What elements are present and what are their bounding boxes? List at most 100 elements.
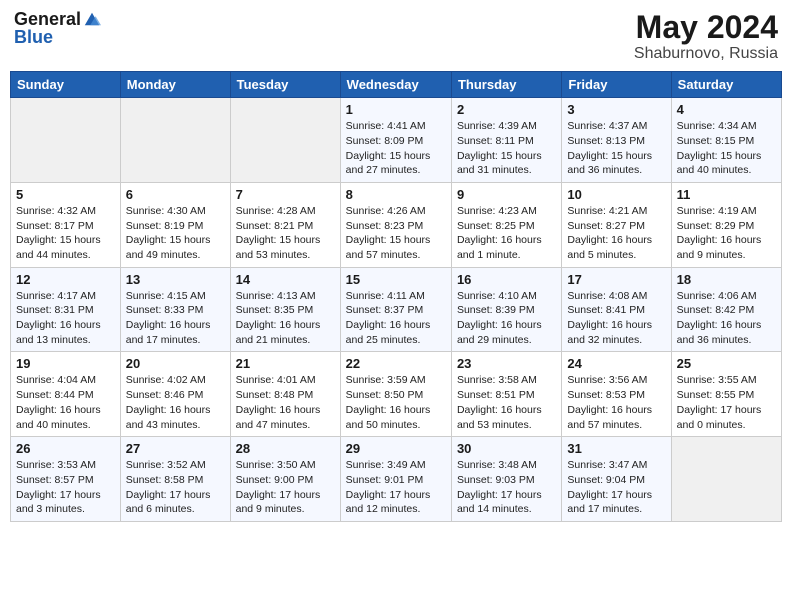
day-info: Sunrise: 4:15 AMSunset: 8:33 PMDaylight:… <box>126 289 225 348</box>
day-number: 25 <box>677 356 776 371</box>
day-info: Sunrise: 4:19 AMSunset: 8:29 PMDaylight:… <box>677 204 776 263</box>
day-number: 21 <box>236 356 335 371</box>
day-info: Sunrise: 4:37 AMSunset: 8:13 PMDaylight:… <box>567 119 665 178</box>
day-info: Sunrise: 4:28 AMSunset: 8:21 PMDaylight:… <box>236 204 335 263</box>
col-header-thursday: Thursday <box>451 72 561 98</box>
empty-cell <box>11 98 121 183</box>
day-info: Sunrise: 4:26 AMSunset: 8:23 PMDaylight:… <box>346 204 446 263</box>
day-cell-23: 23 Sunrise: 3:58 AMSunset: 8:51 PMDayligh… <box>451 352 561 437</box>
day-number: 9 <box>457 187 556 202</box>
day-number: 24 <box>567 356 665 371</box>
day-info: Sunrise: 3:47 AMSunset: 9:04 PMDaylight:… <box>567 458 665 517</box>
day-cell-7: 7 Sunrise: 4:28 AMSunset: 8:21 PMDaylight… <box>230 182 340 267</box>
title-block: May 2024 Shaburnovo, Russia <box>634 10 778 63</box>
day-cell-16: 16Sunrise: 4:10 AMSunset: 8:39 PMDayligh… <box>451 267 561 352</box>
day-number: 31 <box>567 441 665 456</box>
day-cell-15: 15 Sunrise: 4:11 AMSunset: 8:37 PMDayligh… <box>340 267 451 352</box>
location: Shaburnovo, Russia <box>634 45 778 63</box>
day-cell-20: 20 Sunrise: 4:02 AMSunset: 8:46 PMDayligh… <box>120 352 230 437</box>
logo: General Blue <box>14 10 101 46</box>
day-cell-4: 4 Sunrise: 4:34 AMSunset: 8:15 PMDaylight… <box>671 98 781 183</box>
day-info: Sunrise: 4:34 AMSunset: 8:15 PMDaylight:… <box>677 119 776 178</box>
day-number: 22 <box>346 356 446 371</box>
day-info: Sunrise: 4:01 AMSunset: 8:48 PMDaylight:… <box>236 373 335 432</box>
week-row-3: 12 Sunrise: 4:17 AMSunset: 8:31 PMDayligh… <box>11 267 782 352</box>
calendar-table: SundayMondayTuesdayWednesdayThursdayFrid… <box>10 71 782 522</box>
day-info: Sunrise: 3:48 AMSunset: 9:03 PMDaylight:… <box>457 458 556 517</box>
day-cell-21: 21 Sunrise: 4:01 AMSunset: 8:48 PMDayligh… <box>230 352 340 437</box>
day-cell-10: 10 Sunrise: 4:21 AMSunset: 8:27 PMDayligh… <box>562 182 671 267</box>
day-cell-5: 5 Sunrise: 4:32 AMSunset: 8:17 PMDaylight… <box>11 182 121 267</box>
empty-cell <box>671 437 781 522</box>
day-number: 27 <box>126 441 225 456</box>
day-info: Sunrise: 4:02 AMSunset: 8:46 PMDaylight:… <box>126 373 225 432</box>
day-number: 4 <box>677 102 776 117</box>
day-cell-3: 3 Sunrise: 4:37 AMSunset: 8:13 PMDaylight… <box>562 98 671 183</box>
day-info: Sunrise: 3:55 AMSunset: 8:55 PMDaylight:… <box>677 373 776 432</box>
day-number: 23 <box>457 356 556 371</box>
day-info: Sunrise: 4:41 AMSunset: 8:09 PMDaylight:… <box>346 119 446 178</box>
day-info: Sunrise: 4:11 AMSunset: 8:37 PMDaylight:… <box>346 289 446 348</box>
day-number: 10 <box>567 187 665 202</box>
col-header-tuesday: Tuesday <box>230 72 340 98</box>
day-cell-22: 22 Sunrise: 3:59 AMSunset: 8:50 PMDayligh… <box>340 352 451 437</box>
month-title: May 2024 <box>634 10 778 45</box>
day-info: Sunrise: 3:58 AMSunset: 8:51 PMDaylight:… <box>457 373 556 432</box>
day-cell-26: 26 Sunrise: 3:53 AMSunset: 8:57 PMDayligh… <box>11 437 121 522</box>
day-number: 12 <box>16 272 115 287</box>
day-cell-19: 19Sunrise: 4:04 AMSunset: 8:44 PMDayligh… <box>11 352 121 437</box>
day-cell-8: 8 Sunrise: 4:26 AMSunset: 8:23 PMDaylight… <box>340 182 451 267</box>
day-cell-13: 13Sunrise: 4:15 AMSunset: 8:33 PMDayligh… <box>120 267 230 352</box>
day-cell-6: 6Sunrise: 4:30 AMSunset: 8:19 PMDaylight… <box>120 182 230 267</box>
day-number: 11 <box>677 187 776 202</box>
day-number: 15 <box>346 272 446 287</box>
day-number: 26 <box>16 441 115 456</box>
day-number: 16 <box>457 272 556 287</box>
day-info: Sunrise: 3:59 AMSunset: 8:50 PMDaylight:… <box>346 373 446 432</box>
day-number: 5 <box>16 187 115 202</box>
day-number: 20 <box>126 356 225 371</box>
empty-cell <box>120 98 230 183</box>
day-info: Sunrise: 4:08 AMSunset: 8:41 PMDaylight:… <box>567 289 665 348</box>
day-info: Sunrise: 3:53 AMSunset: 8:57 PMDaylight:… <box>16 458 115 517</box>
col-header-saturday: Saturday <box>671 72 781 98</box>
col-header-sunday: Sunday <box>11 72 121 98</box>
day-info: Sunrise: 4:30 AMSunset: 8:19 PMDaylight:… <box>126 204 225 263</box>
col-header-friday: Friday <box>562 72 671 98</box>
logo-icon <box>83 10 101 28</box>
empty-cell <box>230 98 340 183</box>
day-cell-27: 27Sunrise: 3:52 AMSunset: 8:58 PMDayligh… <box>120 437 230 522</box>
day-number: 18 <box>677 272 776 287</box>
day-info: Sunrise: 3:49 AMSunset: 9:01 PMDaylight:… <box>346 458 446 517</box>
day-cell-18: 18 Sunrise: 4:06 AMSunset: 8:42 PMDayligh… <box>671 267 781 352</box>
day-info: Sunrise: 4:17 AMSunset: 8:31 PMDaylight:… <box>16 289 115 348</box>
day-cell-17: 17 Sunrise: 4:08 AMSunset: 8:41 PMDayligh… <box>562 267 671 352</box>
page-header: General Blue May 2024 Shaburnovo, Russia <box>10 10 782 63</box>
day-number: 1 <box>346 102 446 117</box>
day-number: 3 <box>567 102 665 117</box>
week-row-1: 1 Sunrise: 4:41 AMSunset: 8:09 PMDaylight… <box>11 98 782 183</box>
week-row-5: 26 Sunrise: 3:53 AMSunset: 8:57 PMDayligh… <box>11 437 782 522</box>
day-info: Sunrise: 3:50 AMSunset: 9:00 PMDaylight:… <box>236 458 335 517</box>
day-info: Sunrise: 3:56 AMSunset: 8:53 PMDaylight:… <box>567 373 665 432</box>
day-number: 17 <box>567 272 665 287</box>
day-number: 7 <box>236 187 335 202</box>
logo-blue-text: Blue <box>14 28 101 46</box>
day-info: Sunrise: 4:32 AMSunset: 8:17 PMDaylight:… <box>16 204 115 263</box>
day-cell-9: 9Sunrise: 4:23 AMSunset: 8:25 PMDaylight… <box>451 182 561 267</box>
day-info: Sunrise: 4:39 AMSunset: 8:11 PMDaylight:… <box>457 119 556 178</box>
day-cell-31: 31 Sunrise: 3:47 AMSunset: 9:04 PMDayligh… <box>562 437 671 522</box>
day-cell-24: 24 Sunrise: 3:56 AMSunset: 8:53 PMDayligh… <box>562 352 671 437</box>
day-cell-25: 25 Sunrise: 3:55 AMSunset: 8:55 PMDayligh… <box>671 352 781 437</box>
week-row-4: 19Sunrise: 4:04 AMSunset: 8:44 PMDayligh… <box>11 352 782 437</box>
day-cell-11: 11 Sunrise: 4:19 AMSunset: 8:29 PMDayligh… <box>671 182 781 267</box>
day-cell-1: 1 Sunrise: 4:41 AMSunset: 8:09 PMDaylight… <box>340 98 451 183</box>
day-number: 30 <box>457 441 556 456</box>
day-cell-14: 14Sunrise: 4:13 AMSunset: 8:35 PMDayligh… <box>230 267 340 352</box>
week-row-2: 5 Sunrise: 4:32 AMSunset: 8:17 PMDaylight… <box>11 182 782 267</box>
day-number: 8 <box>346 187 446 202</box>
day-info: Sunrise: 4:21 AMSunset: 8:27 PMDaylight:… <box>567 204 665 263</box>
day-info: Sunrise: 4:06 AMSunset: 8:42 PMDaylight:… <box>677 289 776 348</box>
day-cell-29: 29Sunrise: 3:49 AMSunset: 9:01 PMDayligh… <box>340 437 451 522</box>
day-cell-2: 2Sunrise: 4:39 AMSunset: 8:11 PMDaylight… <box>451 98 561 183</box>
